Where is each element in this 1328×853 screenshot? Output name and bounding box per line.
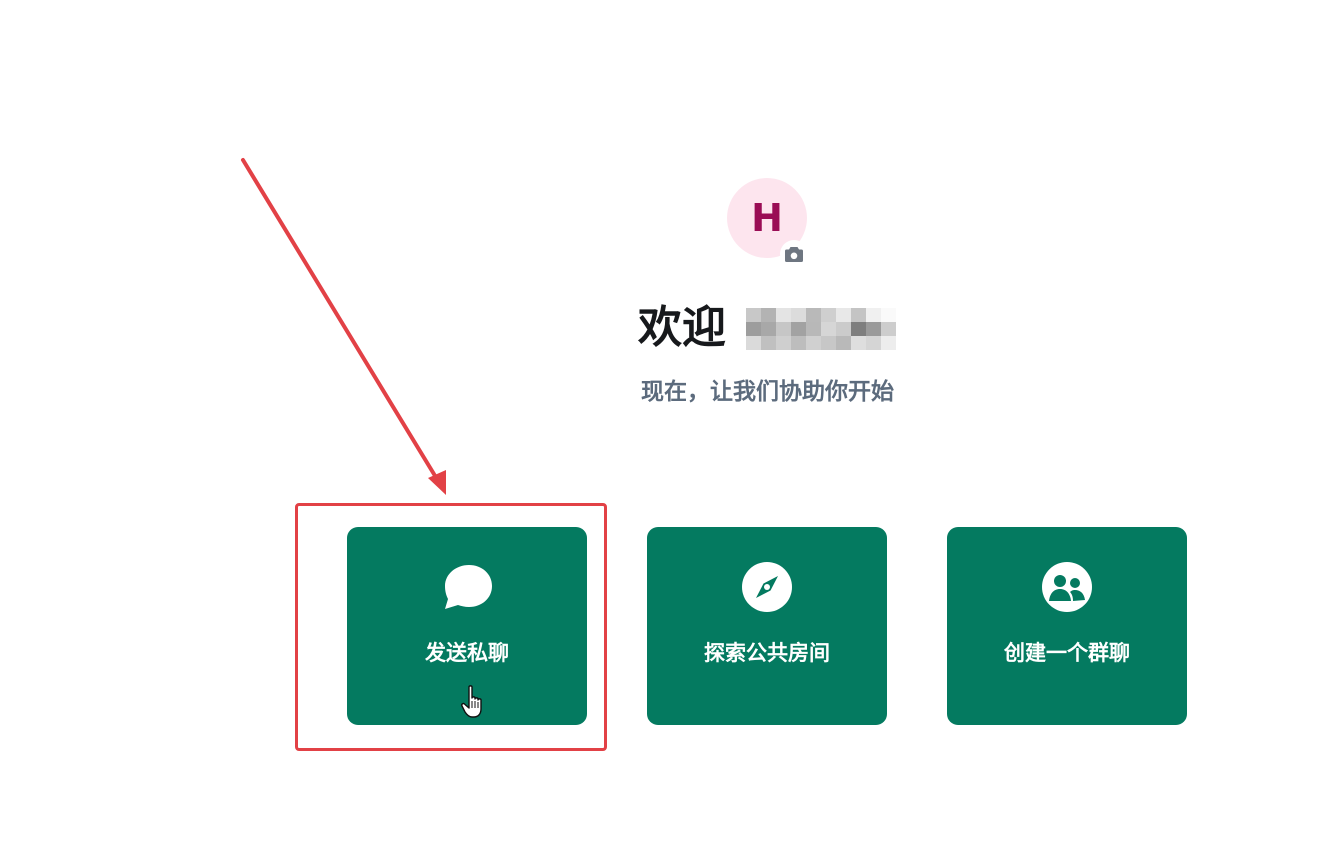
compass-icon bbox=[742, 562, 792, 612]
welcome-title: 欢迎 bbox=[638, 302, 726, 353]
create-group-label: 创建一个群聊 bbox=[1004, 641, 1130, 665]
annotation-highlight-box bbox=[295, 503, 607, 751]
explore-rooms-button[interactable]: 探索公共房间 bbox=[647, 527, 887, 725]
redacted-username bbox=[746, 308, 896, 350]
explore-rooms-label: 探索公共房间 bbox=[704, 641, 830, 665]
group-icon bbox=[1042, 562, 1092, 612]
avatar-initial: H bbox=[751, 196, 783, 240]
hand-cursor-icon bbox=[461, 685, 482, 718]
camera-icon[interactable] bbox=[780, 240, 808, 268]
welcome-subtitle: 现在，让我们协助你开始 bbox=[641, 379, 894, 405]
arrow-icon bbox=[241, 158, 446, 495]
welcome-heading: 欢迎 bbox=[0, 296, 1328, 360]
create-group-button[interactable]: 创建一个群聊 bbox=[947, 527, 1187, 725]
